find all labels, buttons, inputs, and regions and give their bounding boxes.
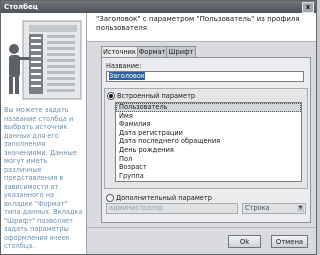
type-select[interactable]: Строка ▼ [242, 203, 306, 214]
additional-param-label: Дополнительный параметр [116, 194, 212, 202]
list-item[interactable]: Группа [116, 172, 301, 181]
list-item[interactable]: Имя [116, 112, 301, 121]
param-listbox[interactable]: Пользователь Имя Фамилия Дата регистраци… [115, 102, 302, 182]
additional-param-input[interactable]: администратор [106, 203, 238, 214]
builtin-param-group: Встроенный параметр Пользователь Имя Фам… [104, 88, 308, 189]
name-input-value: Заголовок [109, 72, 145, 80]
builtin-param-radio[interactable] [107, 92, 115, 100]
list-item[interactable]: День рождения [116, 146, 301, 155]
chevron-down-icon[interactable]: ▼ [297, 205, 304, 212]
table-illustration [9, 20, 82, 100]
tab-font[interactable]: Шрифт [166, 46, 196, 57]
ok-button[interactable]: Ok [228, 235, 261, 248]
divider [87, 227, 316, 228]
list-item[interactable]: Пол [116, 155, 301, 164]
type-select-value: Строка [245, 204, 270, 212]
additional-param-radio[interactable] [106, 194, 114, 202]
left-panel: Вы можете задать название столбца и выбр… [1, 13, 87, 254]
cancel-button[interactable]: Отмена [271, 235, 308, 248]
builtin-param-label: Встроенный параметр [117, 92, 196, 100]
window-title: Столбец [4, 3, 38, 11]
name-label: Название: [106, 62, 142, 70]
tab-format[interactable]: Формат [137, 46, 167, 57]
list-item[interactable]: Пользователь [116, 103, 301, 112]
title-bar[interactable]: Столбец x [1, 1, 316, 13]
list-item[interactable]: Фамилия [116, 120, 301, 129]
list-item[interactable]: Дата последнего обращения [116, 137, 301, 146]
header-description: "Заголовок" с параметром "Пользователь" … [96, 15, 300, 32]
close-icon[interactable]: x [302, 2, 314, 13]
list-item[interactable]: Дата регистрации [116, 129, 301, 138]
dialog-window: Столбец x Вы можете задать название стол… [0, 0, 317, 255]
dialog-header: "Заголовок" с параметром "Пользователь" … [87, 13, 316, 42]
source-tab-panel: Название: Заголовок Встроенный параметр … [101, 57, 311, 223]
help-text: Вы можете задать название столбца и выбр… [4, 106, 83, 250]
name-input[interactable]: Заголовок [106, 71, 304, 82]
list-item[interactable]: Возраст [116, 163, 301, 172]
